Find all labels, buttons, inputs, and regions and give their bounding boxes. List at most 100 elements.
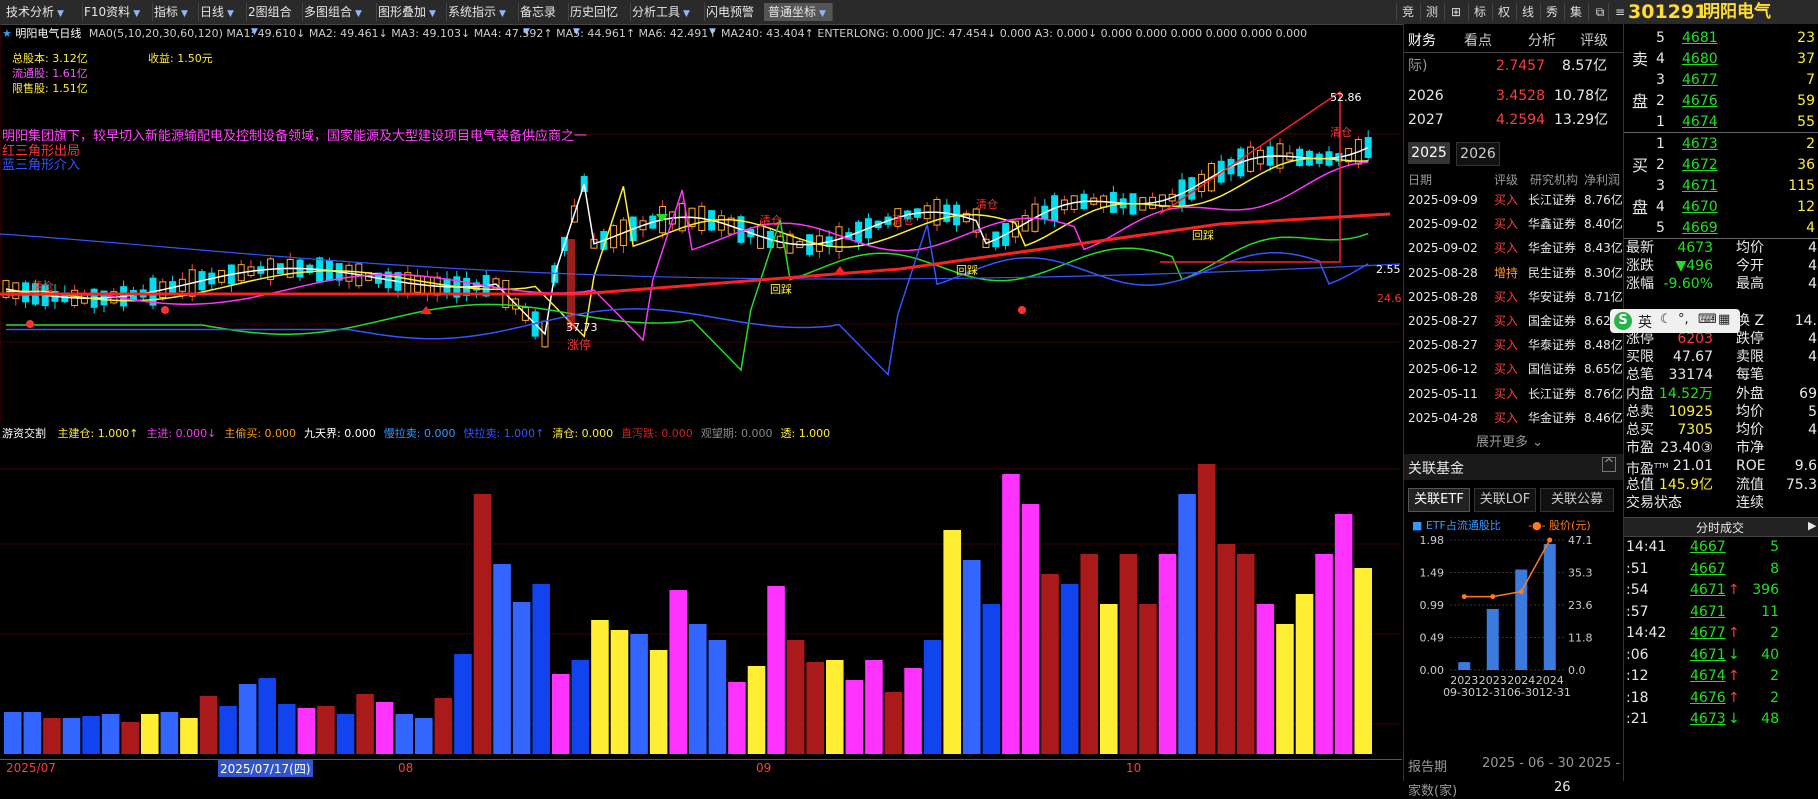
quote-value: 23.40③ <box>1660 440 1713 457</box>
btn-measure[interactable]: 测 <box>1420 3 1443 21</box>
moon-icon[interactable]: ☾ <box>1660 312 1672 327</box>
quote-key: 内盘 <box>1626 385 1654 402</box>
tab-analysis[interactable]: 分析 <box>1528 30 1556 50</box>
apps-icon[interactable]: ▦ <box>1718 312 1730 327</box>
tab-highlights[interactable]: 看点 <box>1464 30 1492 50</box>
quote-key: 市盈 <box>1626 440 1654 457</box>
level-price: 4681 <box>1682 30 1718 46</box>
indicator-bar <box>1100 604 1118 754</box>
quote-value-2: 4 <box>1808 349 1817 366</box>
keyboard-icon[interactable]: ⌨ <box>1698 312 1717 327</box>
btn-right[interactable]: 权 <box>1492 3 1515 21</box>
rating-row[interactable]: 2025-09-09 买入 长江证券 8.76亿 <box>1404 188 1623 212</box>
indicator-bar <box>591 620 609 754</box>
menu-item-4[interactable]: 2图组合▼ <box>244 3 303 37</box>
rating-org: 华安证券 <box>1528 289 1577 304</box>
fund-tab-etf[interactable]: 关联ETF <box>1408 488 1470 512</box>
btn-mark[interactable]: 标 <box>1468 3 1491 21</box>
menu-item-5[interactable]: 多图组合 ▼ <box>300 3 377 21</box>
grid-icon[interactable]: ⊞ <box>1444 3 1467 21</box>
fund-tab-public[interactable]: 关联公募 <box>1540 488 1614 512</box>
indicator-bar <box>904 668 922 754</box>
tick-row: 14:42 4677 ↑ 2 <box>1624 623 1818 644</box>
income: 收益: 1.50元 <box>148 52 213 65</box>
chevron-down-icon: ▼ <box>133 9 141 19</box>
tab-finance[interactable]: 财务 <box>1408 30 1436 50</box>
rating-row[interactable]: 2025-05-11 买入 长江证券 8.76亿 <box>1404 382 1623 406</box>
rating-value: 买入 <box>1494 289 1519 304</box>
indicator-bar <box>826 660 844 754</box>
restricted-shares: 限售股: 1.51亿 <box>12 82 88 95</box>
quote-value-2: 75.3 <box>1785 476 1817 493</box>
quote-row: 总买 7305 均价 4 <box>1624 421 1818 439</box>
rating-row[interactable]: 2025-08-27 买入 华泰证券 8.48亿 <box>1404 333 1623 357</box>
fund-tab-lof[interactable]: 关联LOF <box>1474 488 1536 512</box>
tab-rating[interactable]: 评级 <box>1580 30 1608 50</box>
menu-item-7[interactable]: 系统指示 ▼ <box>444 3 519 21</box>
btn-compete[interactable]: 竞 <box>1396 3 1419 21</box>
year-tab-2025[interactable]: 2025 <box>1408 142 1450 164</box>
kline-chart[interactable]: ★ 明阳电气日线 MA0(5,10,20,30,60,120) MA1: 49.… <box>0 24 1402 424</box>
sell-level[interactable]: 5 4681 23 <box>1624 28 1818 49</box>
buy-level[interactable]: 5 4669 4 <box>1624 218 1818 239</box>
collapse-icon[interactable]: ^ <box>1602 457 1616 472</box>
buy-level[interactable]: 1 4673 2 <box>1624 134 1818 155</box>
rating-row[interactable]: 2025-04-28 买入 华金证券 8.46亿 <box>1404 406 1623 430</box>
rating-date: 2025-08-28 <box>1408 289 1478 304</box>
chevron-down-icon: ▼ <box>181 9 188 19</box>
buy-level[interactable]: 2 4672 36 <box>1624 155 1818 176</box>
indicator-bar <box>375 702 394 754</box>
sell-level[interactable]: 3 4677 7 <box>1624 70 1818 91</box>
tick-price: 4677 <box>1690 625 1726 641</box>
sell-level[interactable]: 4 4680 37 <box>1624 49 1818 70</box>
sell-level[interactable]: 2 4676 59 <box>1624 91 1818 112</box>
menu-item-3[interactable]: 日线 ▼ <box>196 3 247 21</box>
indicator-chart[interactable]: 游资交割 主建仓: 1.000↑ 主进: 0.000↓ 主偷买: 0.000 九天界:… <box>0 424 1402 778</box>
date-axis-start: 2025/07 <box>6 761 56 775</box>
rating-row[interactable]: 2025-08-28 增持 民生证券 8.30亿 <box>1404 261 1623 285</box>
menu-item-9[interactable]: 历史回忆▼ <box>566 3 631 37</box>
tick-time: :57 <box>1626 603 1649 620</box>
buy-level[interactable]: 3 4671 115 <box>1624 176 1818 197</box>
axis-tick-left: 0.00 <box>1420 664 1445 677</box>
rating-row[interactable]: 2025-08-27 买入 国金证券 8.62亿 <box>1404 309 1623 333</box>
menu-item-0[interactable]: 技术分析 ▼ <box>2 3 83 21</box>
menu-item-6[interactable]: 图形叠加 ▼ <box>374 3 447 21</box>
buy-level[interactable]: 4 4670 12 <box>1624 197 1818 218</box>
menu-item-8[interactable]: 备忘录▼ <box>516 3 569 37</box>
level-num: 4 <box>1656 51 1665 67</box>
rating-profit: 8.76亿 <box>1584 193 1623 207</box>
menu-item-2[interactable]: 指标 ▼ <box>150 3 199 21</box>
indicator-bar <box>121 722 139 754</box>
quote-value: 4673 <box>1677 240 1713 256</box>
tick-row: :54 4671 ↑ 396 <box>1624 580 1818 601</box>
rating-row[interactable]: 2025-06-12 买入 国信证券 8.65亿 <box>1404 357 1623 381</box>
btn-show[interactable]: 秀 <box>1540 3 1563 21</box>
forecast-row: 2026 3.4528 10.78亿 <box>1404 84 1623 108</box>
menu-item-12[interactable]: 普通坐标 ▼ <box>764 3 833 21</box>
menu-item-label: 技术分析 <box>6 5 55 19</box>
punctuation-icon[interactable]: °, <box>1678 312 1689 327</box>
rating-row[interactable]: 2025-09-02 买入 华金证券 8.43亿 <box>1404 236 1623 260</box>
ime-mode[interactable]: 英 <box>1638 312 1652 332</box>
btn-collection[interactable]: 集 <box>1564 3 1587 21</box>
kline-canvas[interactable] <box>0 24 1402 424</box>
quote-row: 涨幅 -9.60% 最高 4 <box>1624 275 1818 293</box>
rating-row[interactable]: 2025-08-28 买入 华安证券 8.71亿 <box>1404 285 1623 309</box>
year-tab-2026[interactable]: 2026 <box>1456 142 1500 166</box>
sell-level[interactable]: 1 4674 55 <box>1624 112 1818 133</box>
up-arrow-icon <box>834 266 846 274</box>
report-value: 2025 - 06 - 30 2025 - <box>1482 756 1621 771</box>
menu-item-10[interactable]: 分析工具 ▼ <box>628 3 705 21</box>
btn-line[interactable]: 线 <box>1516 3 1539 21</box>
menu-item-1[interactable]: F10资料 ▼ <box>80 3 153 21</box>
expand-more[interactable]: 展开更多 ⌄ <box>1476 431 1543 450</box>
triangle-right-icon[interactable]: ▶ <box>1808 519 1816 532</box>
indicator-canvas[interactable] <box>0 424 1402 760</box>
forecast-eps: 3.4528 <box>1496 88 1545 104</box>
rating-row[interactable]: 2025-09-02 买入 华鑫证券 8.40亿 <box>1404 212 1623 236</box>
ma-line <box>5 146 1369 336</box>
menu-item-11[interactable]: 闪电预警▼ <box>702 3 767 37</box>
ime-toolbar[interactable]: S 英 ☾ °, ⌨ ▦ <box>1610 309 1740 333</box>
level-num: 3 <box>1656 72 1665 88</box>
